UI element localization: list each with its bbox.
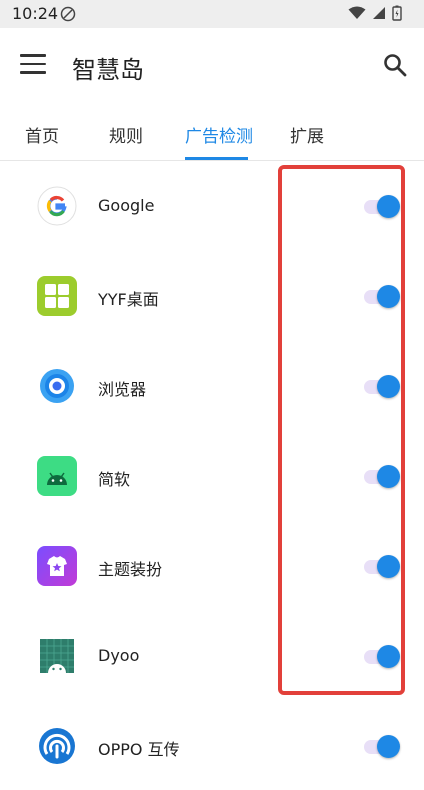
- app-name: 简软: [98, 470, 131, 489]
- list-item[interactable]: OPPO 互传: [0, 700, 424, 790]
- app-name: YYF桌面: [98, 290, 159, 309]
- app-name: 浏览器: [98, 380, 147, 399]
- app-name: 主题装扮: [98, 560, 163, 579]
- ad-detection-toggle[interactable]: [364, 554, 402, 578]
- theme-store-icon: [37, 546, 77, 586]
- status-icons: [348, 5, 402, 21]
- do-not-disturb-icon: [60, 6, 76, 22]
- app-name: OPPO 互传: [98, 740, 180, 759]
- list-item[interactable]: 浏览器: [0, 340, 424, 430]
- switch-thumb: [377, 465, 400, 488]
- ad-detection-toggle[interactable]: [364, 644, 402, 668]
- yyf-launcher-icon: [37, 276, 77, 316]
- wifi-icon: [348, 6, 366, 19]
- ad-detection-toggle[interactable]: [364, 194, 402, 218]
- app-name: Dyoo: [98, 646, 140, 665]
- tab-extensions[interactable]: 扩展: [290, 122, 324, 147]
- list-item[interactable]: YYF桌面: [0, 250, 424, 340]
- menu-button[interactable]: [20, 54, 46, 76]
- list-item[interactable]: 简软: [0, 430, 424, 520]
- status-time: 10:24: [12, 4, 59, 23]
- hamburger-icon: [20, 54, 46, 57]
- ad-detection-toggle[interactable]: [364, 464, 402, 488]
- app-bar: 智慧岛: [0, 28, 424, 104]
- tab-bar: 首页 规则 广告检测 扩展: [0, 104, 424, 161]
- list-item[interactable]: 主题装扮: [0, 520, 424, 610]
- page-title: 智慧岛: [72, 56, 144, 84]
- ad-detection-toggle[interactable]: [364, 734, 402, 758]
- list-item[interactable]: Dyoo: [0, 610, 424, 700]
- ad-detection-toggle[interactable]: [364, 374, 402, 398]
- oppo-share-icon: [39, 728, 75, 764]
- hamburger-line: [20, 62, 46, 65]
- tab-ad-detection[interactable]: 广告检测: [185, 122, 253, 147]
- switch-thumb: [377, 645, 400, 668]
- switch-thumb: [377, 375, 400, 398]
- battery-icon: [392, 5, 402, 21]
- switch-thumb: [377, 555, 400, 578]
- browser-icon: [40, 369, 74, 403]
- ad-detection-toggle[interactable]: [364, 284, 402, 308]
- status-bar: 10:24: [0, 0, 424, 28]
- switch-thumb: [377, 195, 400, 218]
- search-icon[interactable]: [382, 52, 408, 78]
- switch-thumb: [377, 735, 400, 758]
- dyoo-icon: [40, 639, 74, 673]
- tab-home[interactable]: 首页: [25, 122, 59, 147]
- hamburger-line: [20, 71, 46, 74]
- switch-thumb: [377, 285, 400, 308]
- app-name: Google: [98, 196, 155, 215]
- list-item[interactable]: Google: [0, 160, 424, 250]
- google-icon: [37, 186, 77, 226]
- android-app-icon: [37, 456, 77, 496]
- tab-rules[interactable]: 规则: [109, 122, 143, 147]
- signal-icon: [373, 7, 385, 19]
